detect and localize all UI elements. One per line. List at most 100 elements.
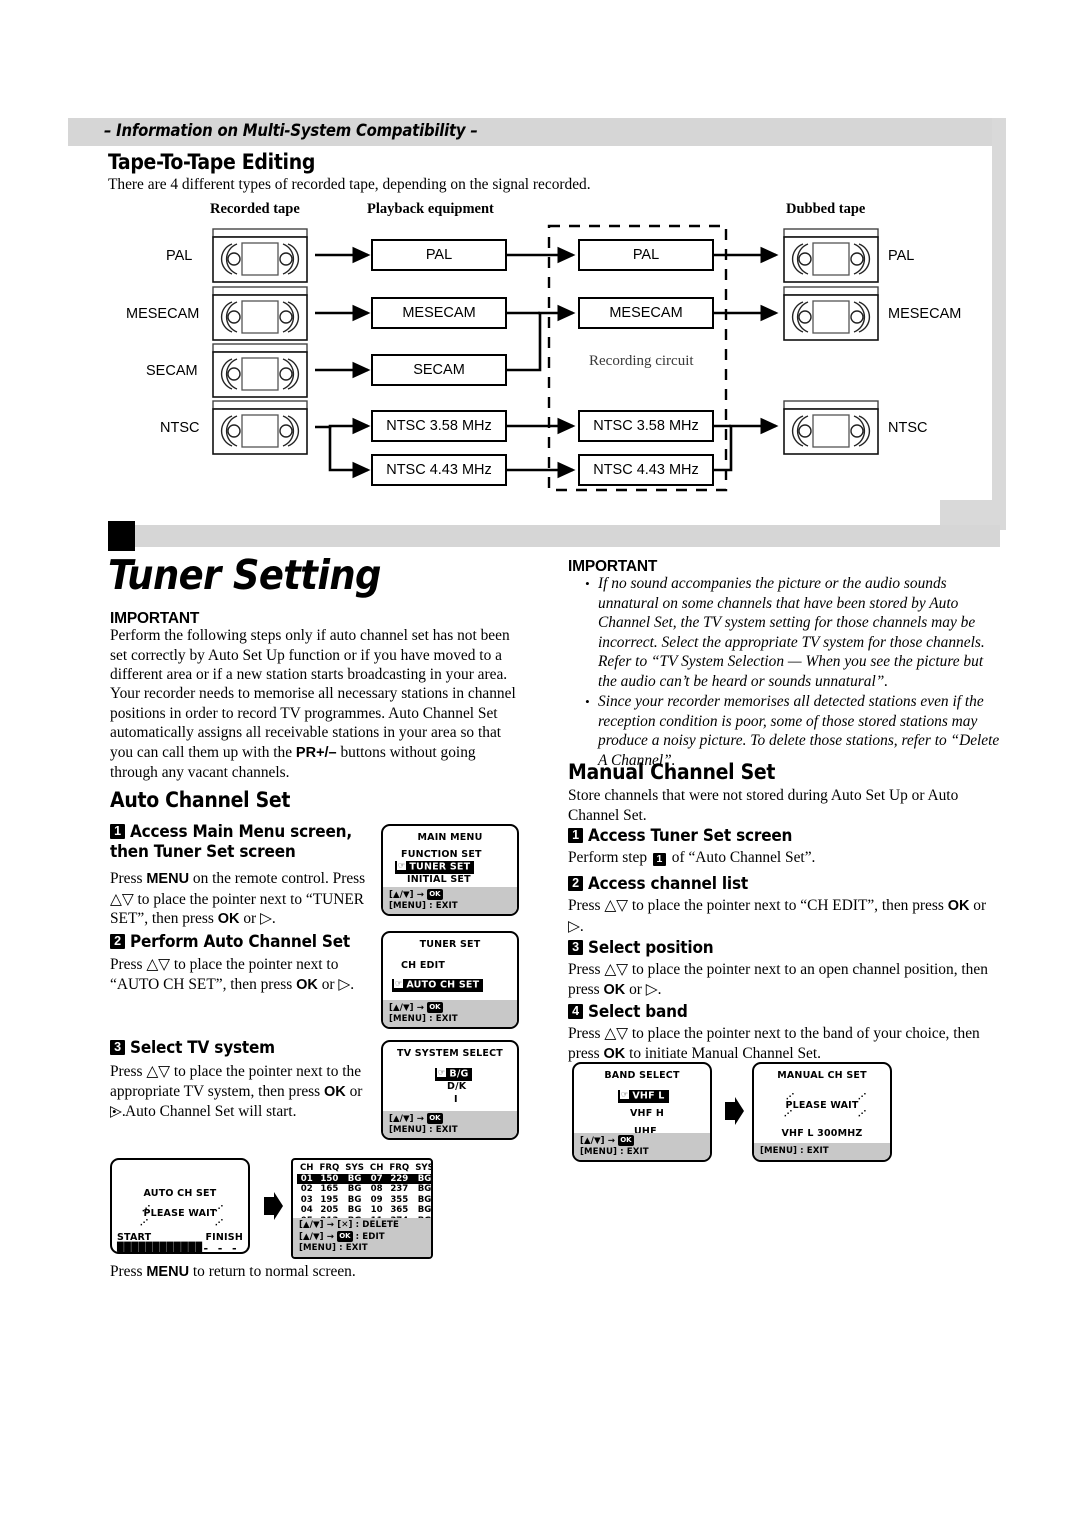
recording-circuit-label: Recording circuit [589, 353, 694, 369]
pointer-icon: ☞ [437, 1068, 447, 1077]
osd-tv-system-item-0[interactable]: ☞ B/G [435, 1067, 473, 1081]
mcs-step-1-heading: 1 Access Tuner Set screen [568, 826, 792, 846]
flow-arrow-icon-left [264, 1192, 283, 1220]
osd-band-select-item-0[interactable]: ☞ VHF L [618, 1089, 669, 1103]
osd-band-select: BAND SELECT ☞ VHF L VHF H UHF [▲/▼] → OK … [572, 1062, 712, 1162]
cell: 10 [370, 1205, 383, 1215]
osd-manual-ch-set-title: MANUAL CH SET [777, 1070, 867, 1081]
table-row[interactable]: 01 150 BG 07 229 BG [297, 1173, 431, 1184]
osd-manual-ch-set-value: VHF L 300MHZ [781, 1128, 863, 1139]
cell: BG [347, 1184, 362, 1194]
tuner-setting-square-marker [108, 521, 135, 551]
dubbed-tape-label-0: PAL [888, 248, 915, 264]
cell: 04 [300, 1205, 313, 1215]
osd-main-menu-item-2[interactable]: INITIAL SET [407, 874, 471, 885]
col-head-frq-2: FRQ [389, 1163, 410, 1173]
step-number-badge-2: 2 [568, 876, 583, 891]
cassette-icon-recorded-mesecam [212, 286, 308, 341]
osd-main-menu-item-1[interactable]: ☞ TUNER SET [395, 860, 475, 874]
cell: 355 [390, 1194, 409, 1205]
osd-tuner-set: TUNER SET CH EDIT ☞ AUTO CH SET [▲/▼] → O… [381, 931, 519, 1029]
ok-glyph: OK [337, 1231, 353, 1242]
osd-band-select-footer: [▲/▼] → OK [MENU] : EXIT [574, 1133, 710, 1160]
cassette-icon-dubbed-mesecam [783, 286, 879, 341]
osd-tuner-set-item-1[interactable]: ☞ AUTO CH SET [392, 978, 484, 992]
dubbed-tape-label-2: NTSC [888, 420, 928, 436]
cell: 07 [366, 1173, 387, 1184]
cell: 165 [320, 1184, 339, 1194]
manual-page: – Information on Multi-System Compatibil… [0, 0, 1080, 1528]
osd-band-select-item-1[interactable]: VHF H [630, 1108, 664, 1119]
osd-tv-system-select: TV SYSTEM SELECT ☞ B/G D/K I [▲/▼] → OK [… [381, 1040, 519, 1140]
record-box-ntsc358: NTSC 3.58 MHz [578, 410, 714, 442]
table-row[interactable]: 02 165 BG 08 237 BG [297, 1184, 432, 1195]
step-number-badge-1: 1 [110, 824, 125, 839]
cassette-icon-dubbed-ntsc [783, 400, 879, 455]
sparkle-icon-8: ⋰ [858, 1109, 866, 1118]
playback-box-ntsc358: NTSC 3.58 MHz [371, 410, 507, 442]
playback-box-secam: SECAM [371, 354, 507, 386]
tape-to-tape-diagram: Recorded tape Playback equipment Dubbed … [0, 0, 1080, 530]
auto-channel-set-title: Auto Channel Set [110, 788, 291, 812]
step-number-badge-2: 2 [110, 934, 125, 949]
step-number-badge-3: 3 [568, 940, 583, 955]
recorded-tape-label-3: NTSC [160, 420, 200, 436]
table-row[interactable]: 04 205 BG 10 365 BG [297, 1205, 431, 1216]
step-number-badge-inline: 1 [652, 853, 666, 866]
col-head-sys-1: SYS [345, 1163, 364, 1173]
osd-manual-ch-set: MANUAL CH SET ⋰ ⋰ PLEASE WAIT ⋰ ⋰ VHF L … [752, 1062, 892, 1162]
tuner-important-p1: Perform the following steps only if auto… [110, 627, 510, 683]
list-item: Auto Channel Set will start. [112, 1102, 378, 1122]
osd-tuner-set-footer: [▲/▼] → OK [MENU] : EXIT [383, 1000, 517, 1027]
cell: BG [412, 1173, 431, 1184]
record-box-mesecam: MESECAM [578, 297, 714, 329]
cell: BG [417, 1184, 432, 1194]
osd-auto-ch-set-progress: AUTO CH SET ⋰ ⋰ PLEASE WAIT ⋰ ⋰ START FI… [110, 1158, 250, 1254]
cell: 02 [300, 1184, 313, 1194]
osd-main-menu-item-0[interactable]: FUNCTION SET [401, 849, 482, 860]
cell: 365 [390, 1205, 409, 1215]
osd-channel-table-footer: [▲/▼] → [✕] : DELETE [▲/▼] → OK : EDIT [… [293, 1218, 431, 1257]
manual-channel-set-title: Manual Channel Set [568, 760, 776, 784]
cell: 08 [370, 1184, 383, 1194]
acs-step-3-bullet: Auto Channel Set will start. [110, 1102, 378, 1123]
cell: BG [347, 1194, 362, 1205]
osd-tv-system-footer: [▲/▼] → OK [MENU] : EXIT [383, 1111, 517, 1138]
cassette-icon-recorded-secam [212, 343, 308, 398]
flow-arrow-icon-right [725, 1097, 744, 1125]
recorded-tape-label-0: PAL [166, 248, 193, 264]
cell: 09 [370, 1194, 383, 1205]
cell: BG [347, 1205, 362, 1215]
cassette-icon-dubbed-pal [783, 228, 879, 283]
delete-icon: ✕ [341, 1220, 349, 1230]
sparkle-icon-7: ⋰ [784, 1109, 792, 1118]
pointer-icon: ☞ [397, 861, 407, 870]
cell: 205 [320, 1205, 339, 1215]
mcs-step-3-heading: 3 Select position [568, 938, 714, 958]
osd-auto-ch-set-wait: PLEASE WAIT [143, 1208, 217, 1219]
auto-channel-set-footer-note: Press MENU to return to normal screen. [110, 1263, 356, 1280]
osd-tv-system-item-2[interactable]: I [454, 1094, 458, 1105]
osd-tv-system-title: TV SYSTEM SELECT [397, 1048, 503, 1059]
mcs-step-2-heading: 2 Access channel list [568, 874, 748, 894]
tuner-important-p2: Your recorder needs to memorise all nece… [110, 685, 516, 781]
dubbed-tape-label-1: MESECAM [888, 306, 962, 322]
table-row[interactable]: 03 195 BG 09 355 BG [297, 1194, 431, 1206]
osd-tuner-set-item-0[interactable]: CH EDIT [401, 960, 445, 971]
mcs-step-4-body: Press △▽ to place the pointer next to th… [568, 1025, 980, 1062]
acs-step-1-heading: 1 Access Main Menu screen, then Tuner Set… [110, 822, 352, 862]
col-head-ch-1: CH [300, 1163, 314, 1173]
cell: 01 [297, 1173, 317, 1184]
table-header-row: CH FRQ SYS CH FRQ SYS [297, 1163, 433, 1174]
osd-main-menu-footer: [▲/▼] → OK [MENU] : EXIT [383, 887, 517, 914]
osd-tuner-set-title: TUNER SET [419, 939, 481, 950]
osd-band-select-title: BAND SELECT [604, 1070, 680, 1081]
tuner-setting-title: Tuner Setting [108, 551, 381, 599]
osd-tv-system-item-1[interactable]: D/K [447, 1081, 466, 1092]
col-head-ch-2: CH [369, 1163, 384, 1173]
col-head-sys-2: SYS [415, 1163, 433, 1173]
ok-glyph: OK [427, 1113, 443, 1124]
osd-progress-bar: ████████████- - - - - - [117, 1242, 248, 1254]
osd-manual-ch-set-footer: [MENU] : EXIT [754, 1143, 890, 1160]
right-important-bullets: If no sound accompanies the picture or t… [583, 574, 1001, 771]
